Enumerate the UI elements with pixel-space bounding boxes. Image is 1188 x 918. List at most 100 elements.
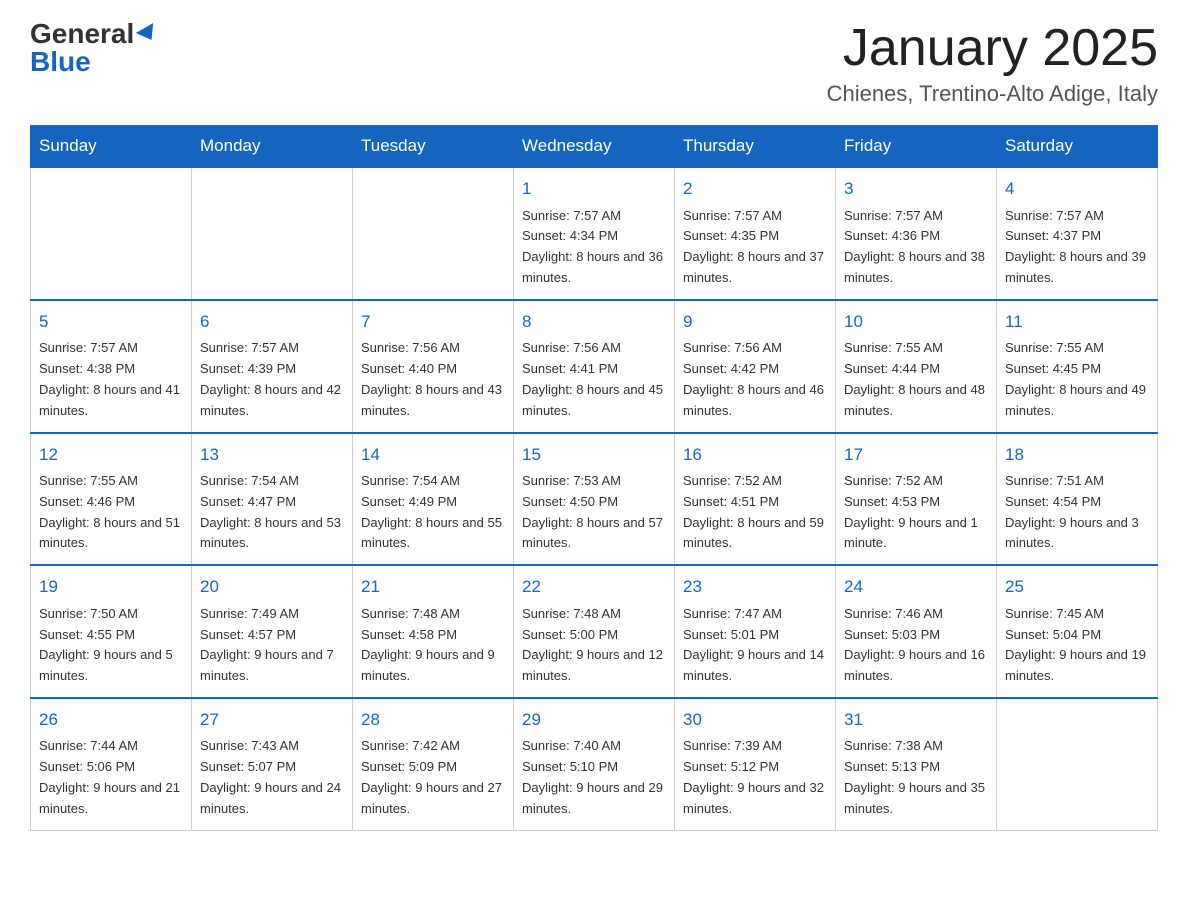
- day-info: Sunrise: 7:56 AM Sunset: 4:42 PM Dayligh…: [683, 338, 827, 421]
- day-of-week-header: Wednesday: [514, 126, 675, 168]
- day-info: Sunrise: 7:49 AM Sunset: 4:57 PM Dayligh…: [200, 604, 344, 687]
- calendar-cell: 25 Sunrise: 7:45 AM Sunset: 5:04 PM Dayli…: [997, 565, 1158, 698]
- calendar-cell: 1 Sunrise: 7:57 AM Sunset: 4:34 PM Daylig…: [514, 167, 675, 300]
- day-info: Sunrise: 7:57 AM Sunset: 4:35 PM Dayligh…: [683, 206, 827, 289]
- day-info: Sunrise: 7:43 AM Sunset: 5:07 PM Dayligh…: [200, 736, 344, 819]
- day-info: Sunrise: 7:48 AM Sunset: 5:00 PM Dayligh…: [522, 604, 666, 687]
- day-number: 26: [39, 707, 183, 733]
- day-number: 12: [39, 442, 183, 468]
- day-number: 24: [844, 574, 988, 600]
- day-info: Sunrise: 7:40 AM Sunset: 5:10 PM Dayligh…: [522, 736, 666, 819]
- day-info: Sunrise: 7:57 AM Sunset: 4:37 PM Dayligh…: [1005, 206, 1149, 289]
- day-info: Sunrise: 7:44 AM Sunset: 5:06 PM Dayligh…: [39, 736, 183, 819]
- day-info: Sunrise: 7:47 AM Sunset: 5:01 PM Dayligh…: [683, 604, 827, 687]
- day-number: 2: [683, 176, 827, 202]
- day-number: 27: [200, 707, 344, 733]
- day-info: Sunrise: 7:56 AM Sunset: 4:40 PM Dayligh…: [361, 338, 505, 421]
- logo-general-text: General: [30, 20, 134, 48]
- day-of-week-header: Sunday: [31, 126, 192, 168]
- day-number: 29: [522, 707, 666, 733]
- day-number: 1: [522, 176, 666, 202]
- calendar-week-row: 12Sunrise: 7:55 AM Sunset: 4:46 PM Dayli…: [31, 433, 1158, 566]
- day-info: Sunrise: 7:57 AM Sunset: 4:38 PM Dayligh…: [39, 338, 183, 421]
- day-info: Sunrise: 7:53 AM Sunset: 4:50 PM Dayligh…: [522, 471, 666, 554]
- day-of-week-header: Thursday: [675, 126, 836, 168]
- calendar-cell: 16Sunrise: 7:52 AM Sunset: 4:51 PM Dayli…: [675, 433, 836, 566]
- calendar-cell: 9 Sunrise: 7:56 AM Sunset: 4:42 PM Daylig…: [675, 300, 836, 433]
- calendar-week-row: 1 Sunrise: 7:57 AM Sunset: 4:34 PM Daylig…: [31, 167, 1158, 300]
- day-number: 6: [200, 309, 344, 335]
- day-number: 9: [683, 309, 827, 335]
- calendar-cell: [997, 698, 1158, 830]
- calendar-cell: 19 Sunrise: 7:50 AM Sunset: 4:55 PM Dayli…: [31, 565, 192, 698]
- day-number: 28: [361, 707, 505, 733]
- day-number: 22: [522, 574, 666, 600]
- calendar-cell: 31 Sunrise: 7:38 AM Sunset: 5:13 PM Dayli…: [836, 698, 997, 830]
- calendar-cell: 7 Sunrise: 7:56 AM Sunset: 4:40 PM Daylig…: [353, 300, 514, 433]
- calendar-cell: 2 Sunrise: 7:57 AM Sunset: 4:35 PM Daylig…: [675, 167, 836, 300]
- logo: General Blue: [30, 20, 158, 76]
- calendar-cell: [31, 167, 192, 300]
- day-info: Sunrise: 7:57 AM Sunset: 4:36 PM Dayligh…: [844, 206, 988, 289]
- calendar-week-row: 26 Sunrise: 7:44 AM Sunset: 5:06 PM Dayli…: [31, 698, 1158, 830]
- calendar-cell: 23 Sunrise: 7:47 AM Sunset: 5:01 PM Dayli…: [675, 565, 836, 698]
- day-number: 7: [361, 309, 505, 335]
- logo-triangle-icon: [136, 23, 160, 45]
- day-info: Sunrise: 7:54 AM Sunset: 4:47 PM Dayligh…: [200, 471, 344, 554]
- day-info: Sunrise: 7:48 AM Sunset: 4:58 PM Dayligh…: [361, 604, 505, 687]
- day-number: 14: [361, 442, 505, 468]
- day-of-week-header: Monday: [192, 126, 353, 168]
- calendar-cell: 6Sunrise: 7:57 AM Sunset: 4:39 PM Daylig…: [192, 300, 353, 433]
- title-area: January 2025 Chienes, Trentino-Alto Adig…: [827, 20, 1158, 107]
- calendar-cell: 4 Sunrise: 7:57 AM Sunset: 4:37 PM Daylig…: [997, 167, 1158, 300]
- calendar-cell: 30 Sunrise: 7:39 AM Sunset: 5:12 PM Dayli…: [675, 698, 836, 830]
- day-info: Sunrise: 7:42 AM Sunset: 5:09 PM Dayligh…: [361, 736, 505, 819]
- day-info: Sunrise: 7:56 AM Sunset: 4:41 PM Dayligh…: [522, 338, 666, 421]
- day-number: 3: [844, 176, 988, 202]
- calendar-cell: 21 Sunrise: 7:48 AM Sunset: 4:58 PM Dayli…: [353, 565, 514, 698]
- day-number: 25: [1005, 574, 1149, 600]
- day-of-week-header: Saturday: [997, 126, 1158, 168]
- day-number: 30: [683, 707, 827, 733]
- calendar-cell: 12Sunrise: 7:55 AM Sunset: 4:46 PM Dayli…: [31, 433, 192, 566]
- day-number: 31: [844, 707, 988, 733]
- day-info: Sunrise: 7:52 AM Sunset: 4:53 PM Dayligh…: [844, 471, 988, 554]
- calendar-cell: 14 Sunrise: 7:54 AM Sunset: 4:49 PM Dayli…: [353, 433, 514, 566]
- calendar-cell: 26 Sunrise: 7:44 AM Sunset: 5:06 PM Dayli…: [31, 698, 192, 830]
- day-info: Sunrise: 7:54 AM Sunset: 4:49 PM Dayligh…: [361, 471, 505, 554]
- calendar-week-row: 19 Sunrise: 7:50 AM Sunset: 4:55 PM Dayli…: [31, 565, 1158, 698]
- calendar-cell: 5 Sunrise: 7:57 AM Sunset: 4:38 PM Daylig…: [31, 300, 192, 433]
- calendar-cell: 17 Sunrise: 7:52 AM Sunset: 4:53 PM Dayli…: [836, 433, 997, 566]
- subtitle: Chienes, Trentino-Alto Adige, Italy: [827, 81, 1158, 107]
- calendar-cell: 28 Sunrise: 7:42 AM Sunset: 5:09 PM Dayli…: [353, 698, 514, 830]
- day-info: Sunrise: 7:50 AM Sunset: 4:55 PM Dayligh…: [39, 604, 183, 687]
- day-info: Sunrise: 7:45 AM Sunset: 5:04 PM Dayligh…: [1005, 604, 1149, 687]
- day-number: 11: [1005, 309, 1149, 335]
- calendar-cell: 15Sunrise: 7:53 AM Sunset: 4:50 PM Dayli…: [514, 433, 675, 566]
- calendar: SundayMondayTuesdayWednesdayThursdayFrid…: [30, 125, 1158, 830]
- day-number: 19: [39, 574, 183, 600]
- day-info: Sunrise: 7:39 AM Sunset: 5:12 PM Dayligh…: [683, 736, 827, 819]
- day-info: Sunrise: 7:46 AM Sunset: 5:03 PM Dayligh…: [844, 604, 988, 687]
- day-number: 20: [200, 574, 344, 600]
- day-number: 5: [39, 309, 183, 335]
- day-number: 13: [200, 442, 344, 468]
- calendar-cell: 8 Sunrise: 7:56 AM Sunset: 4:41 PM Daylig…: [514, 300, 675, 433]
- calendar-cell: 29 Sunrise: 7:40 AM Sunset: 5:10 PM Dayli…: [514, 698, 675, 830]
- day-number: 17: [844, 442, 988, 468]
- calendar-cell: [353, 167, 514, 300]
- calendar-week-row: 5 Sunrise: 7:57 AM Sunset: 4:38 PM Daylig…: [31, 300, 1158, 433]
- main-title: January 2025: [827, 20, 1158, 77]
- day-number: 4: [1005, 176, 1149, 202]
- day-number: 23: [683, 574, 827, 600]
- day-number: 10: [844, 309, 988, 335]
- day-number: 18: [1005, 442, 1149, 468]
- day-number: 21: [361, 574, 505, 600]
- calendar-cell: 13 Sunrise: 7:54 AM Sunset: 4:47 PM Dayli…: [192, 433, 353, 566]
- calendar-cell: 22 Sunrise: 7:48 AM Sunset: 5:00 PM Dayli…: [514, 565, 675, 698]
- day-number: 8: [522, 309, 666, 335]
- day-info: Sunrise: 7:52 AM Sunset: 4:51 PM Dayligh…: [683, 471, 827, 554]
- day-info: Sunrise: 7:51 AM Sunset: 4:54 PM Dayligh…: [1005, 471, 1149, 554]
- day-info: Sunrise: 7:38 AM Sunset: 5:13 PM Dayligh…: [844, 736, 988, 819]
- day-info: Sunrise: 7:57 AM Sunset: 4:34 PM Dayligh…: [522, 206, 666, 289]
